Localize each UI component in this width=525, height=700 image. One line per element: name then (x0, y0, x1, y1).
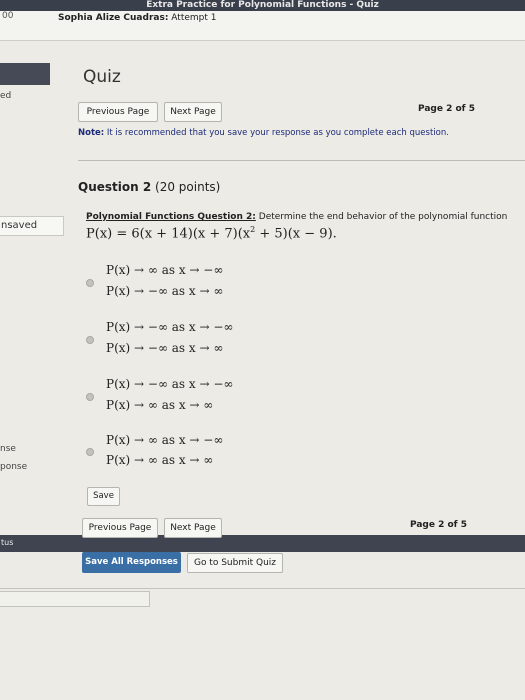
note-label: Note: (78, 128, 105, 138)
answer-radio-2[interactable] (86, 336, 94, 344)
question-points: (20 points) (155, 180, 221, 194)
formula-main: P(x) = 6(x + 14)(x + 7)(x (86, 226, 251, 242)
sidebar-response-fragment: nse (0, 444, 16, 454)
answer-option-2-line-2: P(x) → −∞ as x → ∞ (106, 341, 224, 355)
section-divider (78, 160, 525, 161)
sidebar-unsaved-badge: nsaved (0, 216, 64, 236)
go-to-submit-quiz-button[interactable]: Go to Submit Quiz (187, 553, 283, 573)
next-page-button-top[interactable]: Next Page (164, 102, 222, 122)
page-indicator-top: Page 2 of 5 (418, 104, 475, 114)
sidebar-unsaved-label: nsaved (1, 220, 38, 231)
header-left-number: 00 (2, 11, 14, 21)
answer-option-3-line-2: P(x) → ∞ as x → ∞ (106, 398, 214, 412)
sidebar-response-fragment-2: ponse (0, 462, 28, 472)
answer-option-1-line-1: P(x) → ∞ as x → −∞ (106, 263, 224, 277)
window-title: Extra Practice for Polynomial Functions … (146, 0, 379, 10)
polynomial-formula: P(x) = 6(x + 14)(x + 7)(x2 + 5)(x − 9). (86, 225, 337, 241)
save-note: Note: It is recommended that you save yo… (78, 128, 449, 138)
save-all-responses-button[interactable]: Save All Responses (82, 552, 181, 573)
answer-radio-4[interactable] (86, 448, 94, 456)
answer-radio-1[interactable] (86, 279, 94, 287)
sidebar-status-label: tus (1, 538, 14, 547)
previous-page-button-bottom[interactable]: Previous Page (82, 518, 158, 538)
answer-option-1-line-2: P(x) → −∞ as x → ∞ (106, 284, 224, 298)
answer-radio-3[interactable] (86, 393, 94, 401)
previous-page-button-top[interactable]: Previous Page (78, 102, 158, 122)
question-heading: Polynomial Functions Question 2: (86, 212, 256, 222)
window-title-bar: Extra Practice for Polynomial Functions … (0, 0, 525, 11)
formula-tail: + 5)(x − 9). (255, 226, 337, 242)
next-page-button-bottom[interactable]: Next Page (164, 518, 222, 538)
page-indicator-bottom: Page 2 of 5 (410, 520, 467, 530)
sidebar-fragment: ed (0, 91, 12, 101)
question-prompt: Polynomial Functions Question 2: Determi… (86, 212, 507, 222)
question-prompt-text: Determine the end behavior of the polyno… (258, 212, 508, 222)
answer-option-4-line-1: P(x) → ∞ as x → −∞ (106, 433, 224, 447)
sidebar-dark-block (0, 63, 50, 85)
question-title: Question 2 (20 points) (78, 180, 220, 194)
bottom-divider (0, 588, 525, 589)
note-text: It is recommended that you save your res… (106, 128, 449, 138)
attempt-label: Attempt 1 (171, 13, 217, 23)
answer-option-4-line-2: P(x) → ∞ as x → ∞ (106, 453, 214, 467)
question-number: Question 2 (78, 180, 152, 194)
answer-option-2-line-1: P(x) → −∞ as x → −∞ (106, 320, 234, 334)
user-name: Sophia Alize Cuadras: (58, 13, 169, 23)
bottom-panel (0, 591, 150, 607)
sidebar-status-bar: tus (0, 535, 525, 552)
answer-option-3-line-1: P(x) → −∞ as x → −∞ (106, 377, 234, 391)
save-button[interactable]: Save (87, 487, 120, 506)
user-attempt-line: Sophia Alize Cuadras: Attempt 1 (58, 13, 217, 23)
page-title: Quiz (83, 67, 121, 87)
